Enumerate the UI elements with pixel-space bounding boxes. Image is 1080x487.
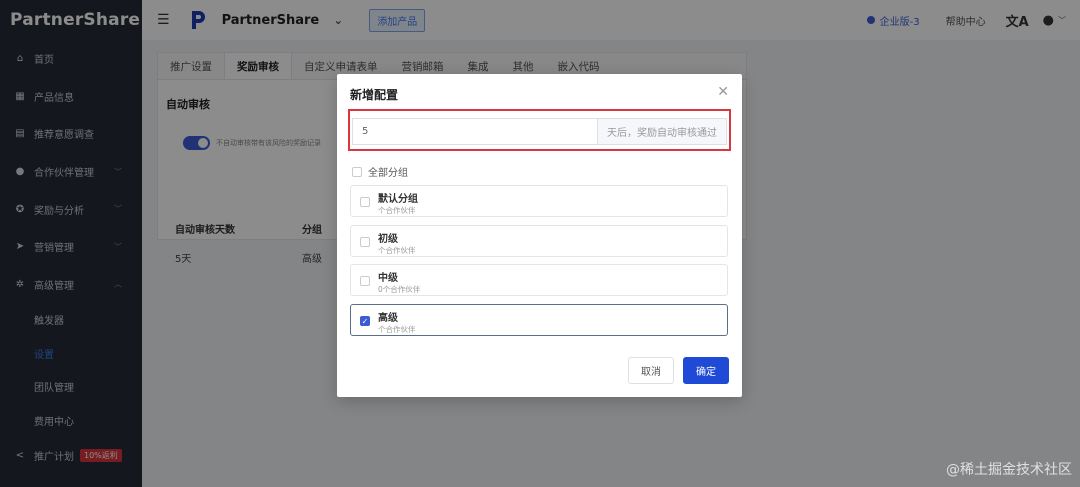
close-icon[interactable]: ✕: [717, 84, 729, 100]
group-partner-count: 0个合作伙伴: [378, 285, 421, 294]
group-card-intermediate[interactable]: 中级 0个合作伙伴: [350, 264, 728, 296]
all-groups-checkbox[interactable]: 全部分组: [352, 164, 408, 179]
checkbox-icon[interactable]: [360, 276, 370, 286]
checkbox-icon: [352, 166, 362, 177]
days-input-suffix: 天后，奖励自动审核通过: [597, 118, 727, 145]
days-input[interactable]: 5: [352, 118, 598, 145]
group-name: 高级: [378, 313, 398, 324]
group-name: 初级: [378, 234, 398, 245]
group-card-senior[interactable]: ✓ 高级 个合作伙伴: [350, 304, 728, 336]
new-config-dialog: 新增配置 ✕ 5 天后，奖励自动审核通过 全部分组 默认分组 个合作伙伴 初级 …: [337, 74, 742, 397]
group-name: 中级: [378, 273, 398, 284]
confirm-button[interactable]: 确定: [683, 357, 729, 384]
watermark: @稀土掘金技术社区: [946, 462, 1072, 478]
dialog-title: 新增配置: [350, 88, 399, 102]
checkbox-icon[interactable]: [360, 197, 370, 207]
group-partner-count: 个合作伙伴: [378, 246, 416, 255]
checkbox-icon[interactable]: [360, 237, 370, 247]
group-partner-count: 个合作伙伴: [378, 206, 416, 215]
cancel-button[interactable]: 取消: [628, 357, 674, 384]
group-card-junior[interactable]: 初级 个合作伙伴: [350, 225, 728, 257]
group-name: 默认分组: [378, 194, 418, 205]
group-partner-count: 个合作伙伴: [378, 325, 416, 334]
checkbox-checked-icon[interactable]: ✓: [360, 316, 370, 326]
group-card-default[interactable]: 默认分组 个合作伙伴: [350, 185, 728, 217]
